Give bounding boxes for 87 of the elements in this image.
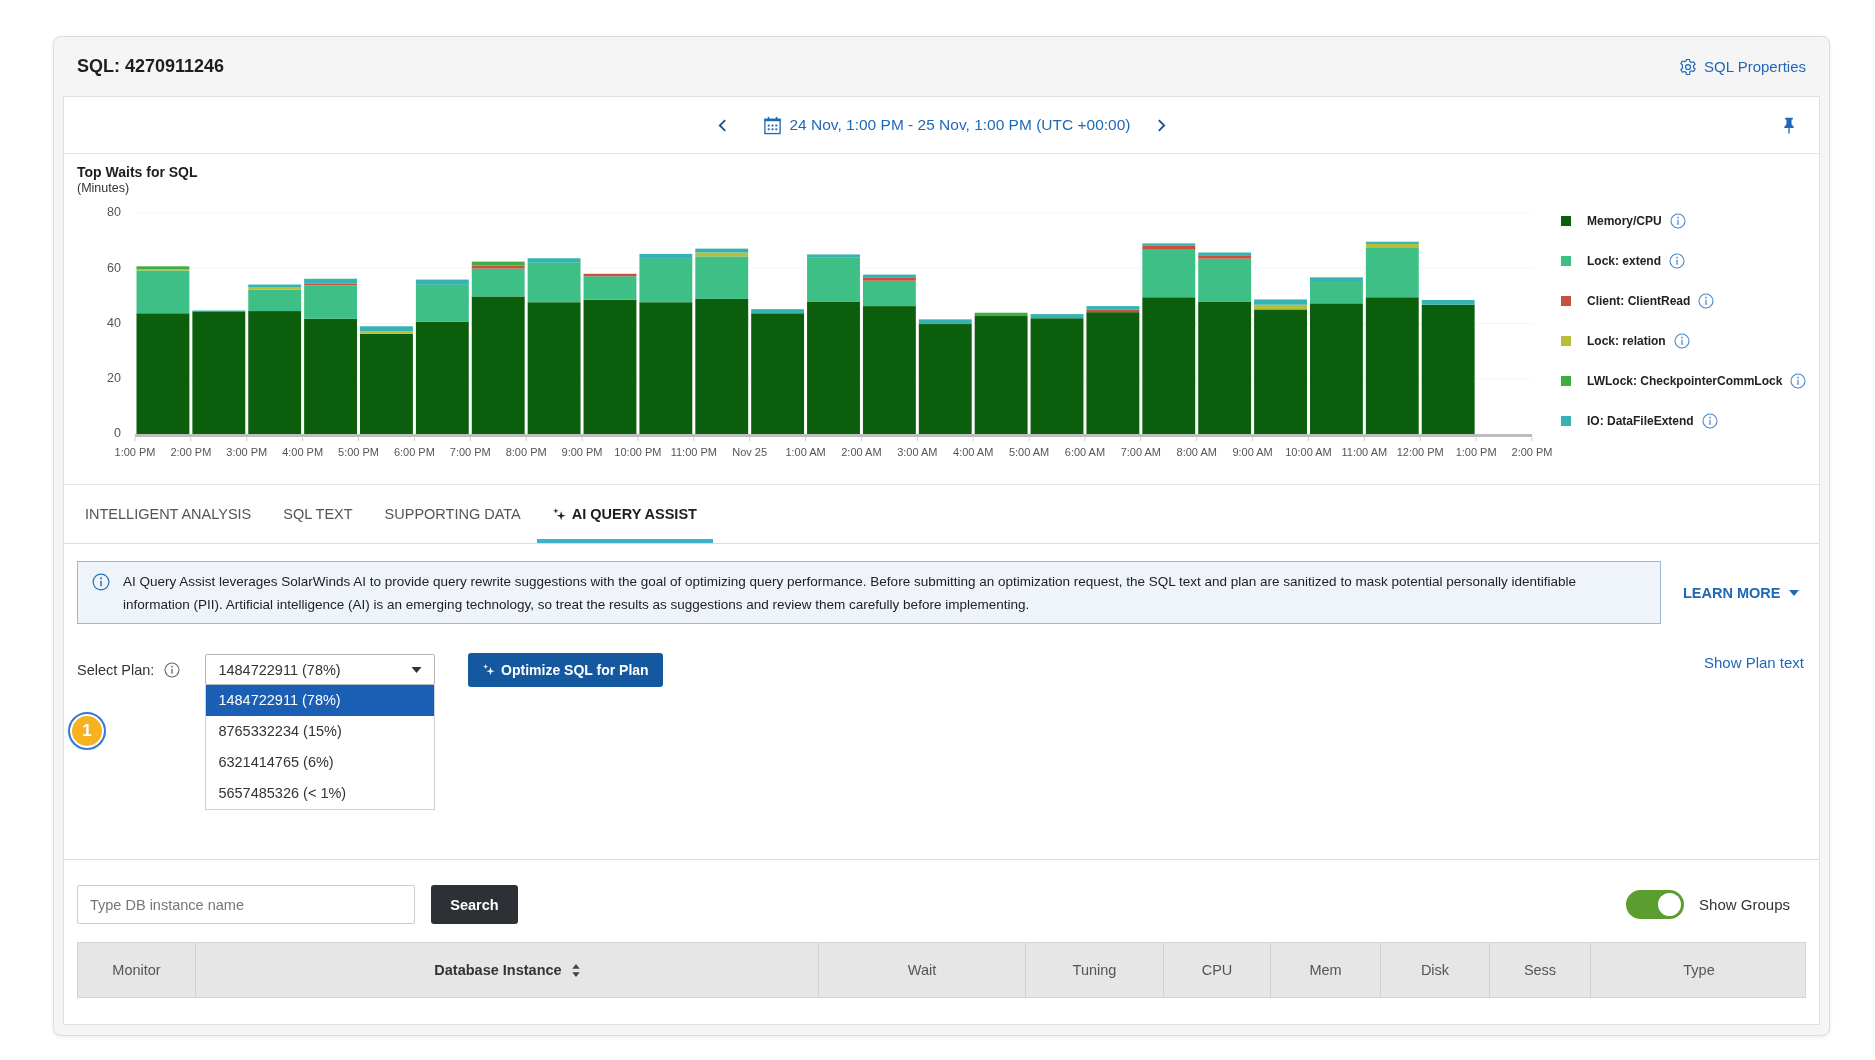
x-axis-label: 8:00 AM <box>1176 446 1217 458</box>
x-axis-label: 9:00 PM <box>561 446 603 458</box>
x-axis-label: 2:00 PM <box>170 446 212 458</box>
column-header[interactable]: Mem <box>1271 943 1381 997</box>
column-header[interactable]: Disk <box>1381 943 1490 997</box>
sparkle-icon <box>552 507 566 521</box>
gear-icon <box>1679 57 1697 76</box>
x-axis-label: Nov 25 <box>732 446 768 458</box>
tab[interactable]: INTELLIGENT ANALYSIS <box>69 485 268 543</box>
x-axis-label: 5:00 PM <box>338 446 379 458</box>
y-axis-label: 60 <box>107 260 121 275</box>
x-axis-label: 4:00 AM <box>953 446 994 458</box>
instance-search-field[interactable]: Type DB instance name <box>77 885 415 924</box>
show-groups-toggle[interactable] <box>1626 890 1685 919</box>
search-button[interactable]: Search <box>431 885 518 924</box>
tab[interactable]: SUPPORTING DATA <box>368 485 537 543</box>
info-icon[interactable] <box>1673 333 1690 349</box>
x-axis-label: 9:00 AM <box>1232 446 1273 458</box>
tab[interactable]: SQL TEXT <box>267 485 369 543</box>
plan-option[interactable]: 8765332234 (15%) <box>206 716 435 747</box>
x-axis-label: 7:00 AM <box>1120 446 1161 458</box>
info-icon <box>92 573 110 591</box>
learn-more-link[interactable]: LEARN MORE <box>1683 584 1800 601</box>
tab[interactable]: AI QUERY ASSIST <box>536 485 713 543</box>
y-axis-label: 40 <box>107 315 121 330</box>
chart-unit-label: (Minutes) <box>77 181 131 196</box>
caret-icon <box>411 666 423 673</box>
calendar-icon <box>762 115 782 135</box>
column-header[interactable]: CPU <box>1164 943 1271 997</box>
x-axis-label: 11:00 PM <box>670 446 717 458</box>
legend-label: IO: DataFileExtend <box>1587 414 1694 428</box>
plan-option[interactable]: 1484722911 (78%) <box>206 685 435 716</box>
info-icon[interactable] <box>1669 253 1685 269</box>
select-plan-label: Select Plan: <box>77 661 155 678</box>
legend-label: Lock: relation <box>1587 334 1666 348</box>
x-axis-label: 2:00 AM <box>841 446 882 458</box>
x-axis-label: 5:00 AM <box>1008 446 1050 458</box>
info-icon[interactable] <box>1790 373 1807 389</box>
sql-properties-link[interactable]: SQL Properties <box>1679 57 1806 76</box>
plan-select[interactable]: 1484722911 (78%) <box>205 654 436 685</box>
x-axis-label: 10:00 PM <box>614 446 662 458</box>
legend-label: Client: ClientRead <box>1587 294 1691 308</box>
x-axis-label: 3:00 PM <box>226 446 268 458</box>
x-axis-label: 11:00 AM <box>1341 446 1388 458</box>
column-header[interactable]: Sess <box>1490 943 1591 997</box>
plan-option[interactable]: 6321414765 (6%) <box>206 747 435 778</box>
column-header[interactable]: Wait <box>819 943 1026 997</box>
info-icon[interactable] <box>1669 213 1686 229</box>
caret-icon <box>1789 589 1800 596</box>
x-axis-label: 1:00 AM <box>785 446 826 458</box>
x-axis-label: 6:00 PM <box>393 446 435 458</box>
x-axis-label: 6:00 AM <box>1064 446 1106 458</box>
chevron-left-icon[interactable] <box>717 117 727 133</box>
y-axis-label: 80 <box>107 205 121 220</box>
date-range-picker[interactable]: 24 Nov, 1:00 PM - 25 Nov, 1:00 PM (UTC +00:00) <box>762 115 1131 135</box>
show-groups-label: Show Groups <box>1699 896 1790 913</box>
column-header[interactable]: Tuning <box>1026 943 1164 997</box>
x-axis-label: 2:00 PM <box>1511 446 1553 458</box>
info-icon[interactable] <box>164 661 181 678</box>
plan-option[interactable]: 5657485326 (< 1%) <box>206 778 435 809</box>
info-text: AI Query Assist leverages SolarWinds AI to provide query rewrite suggestions with the goal of optimizing query performance. Before submitting an optimization request, the SQL text and plan are sanitized to mask potential personally identifiable information (PII). Artificial intelligence (AI) is an emerging technology, so treat the results as suggestions and review them carefully before implementing. <box>123 572 1578 614</box>
column-header[interactable]: Type <box>1591 943 1807 997</box>
legend-label: Lock: extend <box>1587 254 1661 268</box>
y-axis-label: 0 <box>114 426 121 441</box>
x-axis-label: 4:00 PM <box>282 446 324 458</box>
x-axis-label: 3:00 AM <box>897 446 938 458</box>
x-axis-label: 12:00 PM <box>1396 446 1444 458</box>
info-icon[interactable] <box>1698 293 1715 309</box>
optimize-sql-button[interactable]: Optimize SQL for Plan <box>468 652 664 687</box>
x-axis-label: 7:00 PM <box>449 446 491 458</box>
pin-icon[interactable] <box>1783 116 1795 134</box>
sql-title: SQL: 4270911246 <box>77 56 225 77</box>
legend-label: LWLock: CheckpointerCommLock <box>1587 374 1783 388</box>
legend-label: Memory/CPU <box>1587 214 1662 228</box>
column-header[interactable]: Database Instance <box>196 943 819 997</box>
chart-title: Top Waits for SQL <box>77 164 199 181</box>
x-axis-label: 10:00 AM <box>1285 446 1332 458</box>
x-axis-label: 8:00 PM <box>505 446 547 458</box>
x-axis-label: 1:00 PM <box>1455 446 1497 458</box>
y-axis-label: 20 <box>107 371 121 386</box>
sparkle-icon <box>483 663 496 676</box>
column-header[interactable]: Monitor <box>78 943 196 997</box>
show-plan-text-link[interactable]: Show Plan text <box>1703 654 1804 671</box>
chevron-right-icon[interactable] <box>1156 117 1166 133</box>
x-axis-label: 1:00 PM <box>114 446 156 458</box>
callout-marker: 1 <box>68 712 106 750</box>
info-icon[interactable] <box>1701 413 1718 429</box>
